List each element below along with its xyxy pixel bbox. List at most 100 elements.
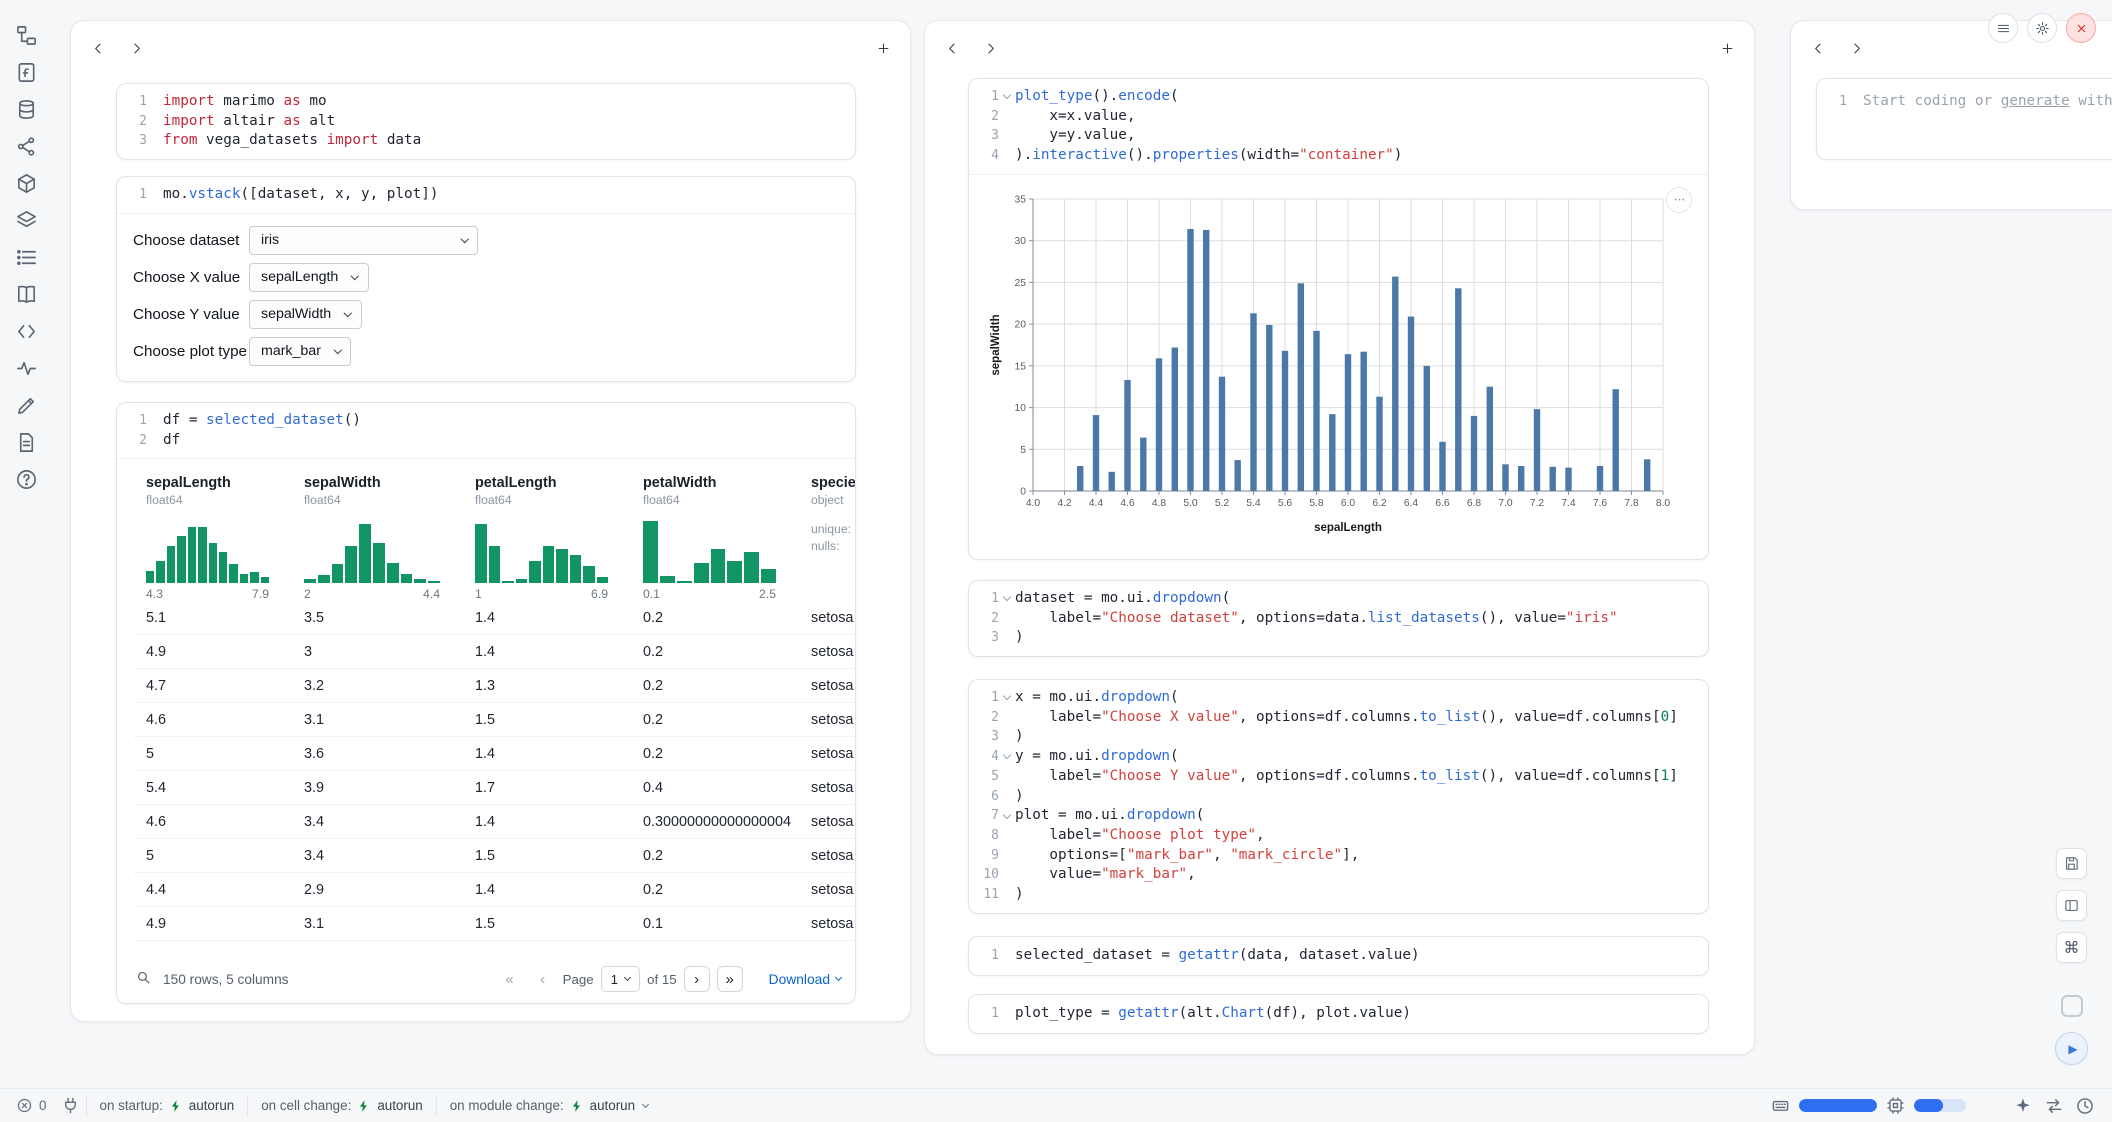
sidebar-scratchpad-button[interactable] bbox=[15, 394, 38, 417]
pagination: « ‹ Page 1 of 15 › » bbox=[497, 966, 743, 992]
column-header[interactable]: sepalLengthfloat64 bbox=[133, 475, 291, 507]
next-page-button[interactable]: › bbox=[684, 966, 710, 992]
memory-icon[interactable] bbox=[1886, 1096, 1905, 1115]
column-move-left-button[interactable] bbox=[937, 33, 967, 63]
run-all-button[interactable]: ▶ bbox=[2055, 1032, 2088, 1065]
code-editor[interactable]: 1df = selected_dataset()2df bbox=[117, 403, 855, 459]
bar-chart[interactable]: 4.04.24.44.64.85.05.25.45.65.86.06.26.46… bbox=[987, 191, 1687, 543]
code-text: label="Choose X value", options=df.colum… bbox=[1015, 708, 1678, 728]
code-editor[interactable]: 1mo.vstack([dataset, x, y, plot]) bbox=[117, 177, 855, 214]
sidebar-documentation-button[interactable] bbox=[15, 283, 38, 306]
line-number: 4 bbox=[969, 146, 999, 166]
keyboard-icon[interactable] bbox=[1771, 1096, 1790, 1115]
table-row[interactable]: 4.63.11.50.2setosa bbox=[133, 703, 855, 737]
table-row[interactable]: 4.93.11.50.1setosa bbox=[133, 907, 855, 941]
bar bbox=[1077, 466, 1083, 491]
error-indicator[interactable]: 0 bbox=[16, 1097, 47, 1114]
dropdown-select[interactable]: sepalWidth bbox=[249, 300, 362, 329]
minimap-button[interactable] bbox=[2056, 990, 2087, 1021]
code-editor[interactable]: 1dataset = mo.ui.dropdown(2 label="Choos… bbox=[969, 581, 1708, 656]
page-select[interactable]: 1 bbox=[601, 966, 640, 992]
fold-toggle[interactable] bbox=[999, 589, 1015, 609]
sidebar-outline-button[interactable] bbox=[15, 246, 38, 269]
code-editor[interactable]: 1plot_type().encode(2 x=x.value,3 y=y.va… bbox=[969, 79, 1708, 175]
code-editor[interactable]: 1 Start coding or generate with AI bbox=[1817, 79, 2112, 120]
svg-text:sepalWidth: sepalWidth bbox=[990, 314, 1002, 375]
code-editor[interactable]: 1x = mo.ui.dropdown(2 label="Choose X va… bbox=[969, 680, 1708, 913]
notebook-menu-button[interactable] bbox=[1988, 13, 2018, 43]
column-move-right-button[interactable] bbox=[121, 33, 151, 63]
search-button[interactable] bbox=[133, 969, 153, 989]
table-row[interactable]: 4.931.40.2setosa bbox=[133, 635, 855, 669]
sidebar-logs-button[interactable] bbox=[15, 431, 38, 454]
column-move-left-button[interactable] bbox=[83, 33, 113, 63]
sidebar-marimo-file-button[interactable] bbox=[15, 61, 38, 84]
placeholder-text: Start coding or bbox=[1863, 93, 2001, 109]
code-line: 8 label="Choose plot type", bbox=[969, 826, 1708, 846]
table-row[interactable]: 5.13.51.40.2setosa bbox=[133, 601, 855, 635]
panel-toggle-button[interactable] bbox=[2043, 1095, 2065, 1117]
code-editor[interactable]: 1plot_type = getattr(alt.Chart(df), plot… bbox=[969, 995, 1708, 1033]
history-button[interactable] bbox=[2074, 1095, 2096, 1117]
dropdown-select[interactable]: sepalLength bbox=[249, 263, 369, 292]
fold-toggle[interactable] bbox=[999, 806, 1015, 826]
last-page-button[interactable]: » bbox=[717, 966, 743, 992]
column-header[interactable]: petalLengthfloat64 bbox=[462, 475, 630, 507]
hist-bar bbox=[304, 579, 316, 583]
prev-page-button[interactable]: ‹ bbox=[530, 966, 556, 992]
column-move-right-button[interactable] bbox=[1841, 33, 1871, 63]
run-mode-chip-3[interactable]: on module change:autorun bbox=[436, 1095, 661, 1117]
hist-bar bbox=[570, 555, 582, 583]
column-header[interactable]: speciesobject bbox=[798, 475, 855, 507]
ai-assistant-button[interactable] bbox=[2012, 1095, 2034, 1117]
connection-icon[interactable] bbox=[61, 1096, 80, 1115]
sidebar-packages-button[interactable] bbox=[15, 172, 38, 195]
fold-toggle[interactable] bbox=[999, 87, 1015, 107]
column-header[interactable]: sepalWidthfloat64 bbox=[291, 475, 462, 507]
code-editor[interactable]: 1selected_dataset = getattr(data, datase… bbox=[969, 937, 1708, 975]
hist-min: 2 bbox=[304, 587, 311, 601]
shutdown-button[interactable] bbox=[2066, 13, 2096, 43]
gutter-spacer bbox=[147, 431, 163, 451]
dropdown-select[interactable]: iris bbox=[249, 226, 478, 255]
sidebar-data-sources-button[interactable] bbox=[15, 98, 38, 121]
code-editor[interactable]: 1import marimo as mo2import altair as al… bbox=[117, 84, 855, 159]
sidebar-snippets-button[interactable] bbox=[15, 320, 38, 343]
column-move-left-button[interactable] bbox=[1803, 33, 1833, 63]
plus-icon bbox=[1720, 41, 1735, 56]
sidebar-help-button[interactable] bbox=[15, 468, 38, 491]
table-row[interactable]: 4.73.21.30.2setosa bbox=[133, 669, 855, 703]
chart-menu-button[interactable] bbox=[1666, 187, 1692, 213]
layout-toggle-button[interactable] bbox=[2056, 890, 2087, 921]
bar bbox=[1140, 437, 1146, 490]
fold-toggle[interactable] bbox=[999, 747, 1015, 767]
table-row[interactable]: 4.42.91.40.2setosa bbox=[133, 873, 855, 907]
sidebar-file-explorer-button[interactable] bbox=[15, 24, 38, 47]
table-row[interactable]: 5.43.91.70.4setosa bbox=[133, 771, 855, 805]
sidebar-tracing-button[interactable] bbox=[15, 357, 38, 380]
column-move-right-button[interactable] bbox=[975, 33, 1005, 63]
download-button[interactable]: Download bbox=[769, 972, 841, 987]
dropdown-select[interactable]: mark_bar bbox=[249, 337, 351, 366]
add-cell-button[interactable] bbox=[1712, 33, 1742, 63]
generate-with-ai-link[interactable]: generate bbox=[2001, 93, 2070, 109]
add-cell-button[interactable] bbox=[868, 33, 898, 63]
save-button[interactable] bbox=[2056, 848, 2087, 879]
first-page-button[interactable]: « bbox=[497, 966, 523, 992]
code-text: plot = mo.ui.dropdown( bbox=[1015, 806, 1204, 826]
command-palette-button[interactable]: ⌘ bbox=[2056, 932, 2087, 963]
table-row[interactable]: 53.61.40.2setosa bbox=[133, 737, 855, 771]
search-icon bbox=[135, 969, 152, 986]
table-row[interactable]: 53.41.50.2setosa bbox=[133, 839, 855, 873]
column-header[interactable]: petalWidthfloat64 bbox=[630, 475, 798, 507]
svg-text:5: 5 bbox=[1020, 445, 1026, 456]
sparkles-icon bbox=[2013, 1096, 2033, 1116]
sidebar-dependencies-button[interactable] bbox=[15, 209, 38, 232]
line-number: 1 bbox=[117, 185, 147, 205]
fold-toggle[interactable] bbox=[999, 688, 1015, 708]
run-mode-chip-1[interactable]: on startup:autorun bbox=[86, 1095, 248, 1117]
sidebar-variables-button[interactable] bbox=[15, 135, 38, 158]
table-row[interactable]: 4.63.41.40.30000000000000004setosa bbox=[133, 805, 855, 839]
settings-button[interactable] bbox=[2027, 13, 2057, 43]
run-mode-chip-2[interactable]: on cell change:autorun bbox=[247, 1095, 436, 1117]
